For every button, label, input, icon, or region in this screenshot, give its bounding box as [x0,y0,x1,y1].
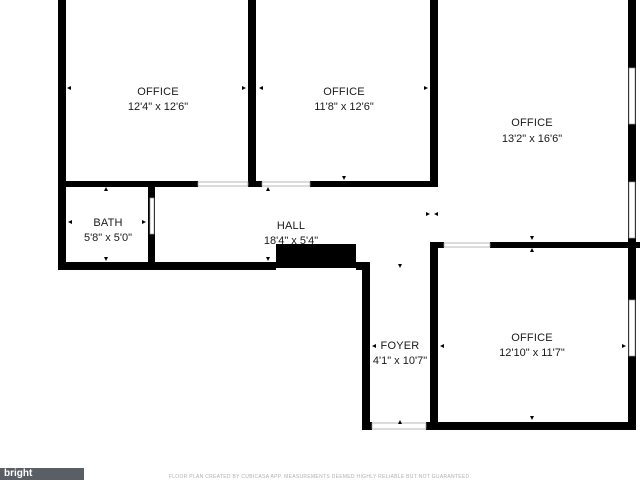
marker [142,220,146,224]
room-name-hall: HALL [277,220,305,232]
marker [104,257,108,261]
window [197,181,249,187]
room-dim-office-bottom-right: 12'10" x 11'7" [499,347,565,359]
room-dim-foyer: 4'1" x 10'7" [373,355,427,367]
marker [342,176,346,180]
window [628,67,636,125]
window [628,299,636,357]
marker [530,416,534,420]
marker [104,187,108,191]
room-name-office-top-middle: OFFICE [323,86,365,98]
window [443,242,491,248]
wall [248,181,262,187]
room-name-bath: BATH [93,217,122,229]
room-name-office-top-left: OFFICE [137,86,179,98]
floor-plan: OFFICE 12'4" x 12'6" OFFICE 11'8" x 12'6… [58,0,640,430]
wall [58,181,198,187]
wall [58,0,66,190]
room-name-office-bottom-right: OFFICE [511,332,553,344]
room-dim-hall: 18'4" x 5'4" [264,235,318,247]
marker [266,187,270,191]
wall [58,262,276,270]
marker [440,344,444,348]
wall [58,181,66,270]
room-dim-office-top-middle: 11'8" x 12'6" [314,101,374,113]
marker [530,248,534,252]
window [628,181,636,239]
wall [430,0,438,187]
marker [266,257,270,261]
marker [242,86,246,90]
walls [58,0,640,430]
marker [68,220,72,224]
room-name-office-right-large: OFFICE [511,117,553,129]
window [149,197,155,235]
room-labels: OFFICE 12'4" x 12'6" OFFICE 11'8" x 12'6… [84,86,565,367]
wall [362,422,372,430]
wall [362,262,370,430]
marker [530,236,534,240]
wall [430,242,438,430]
wall [426,422,636,430]
room-dim-bath: 5'8" x 5'0" [84,232,132,244]
wall [248,0,256,187]
marker [426,212,430,216]
window [261,181,311,187]
wall [310,181,436,187]
marker [372,344,376,348]
wall [430,242,444,248]
wall-block [276,244,356,268]
marker [398,264,402,268]
marker [622,344,626,348]
wall [490,242,640,248]
marker [259,86,263,90]
marker [67,86,71,90]
room-name-foyer: FOYER [381,340,420,352]
room-dim-office-top-left: 12'4" x 12'6" [128,101,188,113]
marker [424,86,428,90]
windows [149,67,636,430]
marker [434,212,438,216]
footer-disclaimer: FLOOR PLAN CREATED BY CUBICASA APP. MEAS… [168,474,472,480]
marker [398,420,402,424]
room-dim-office-right-large: 13'2" x 16'6" [502,133,562,145]
